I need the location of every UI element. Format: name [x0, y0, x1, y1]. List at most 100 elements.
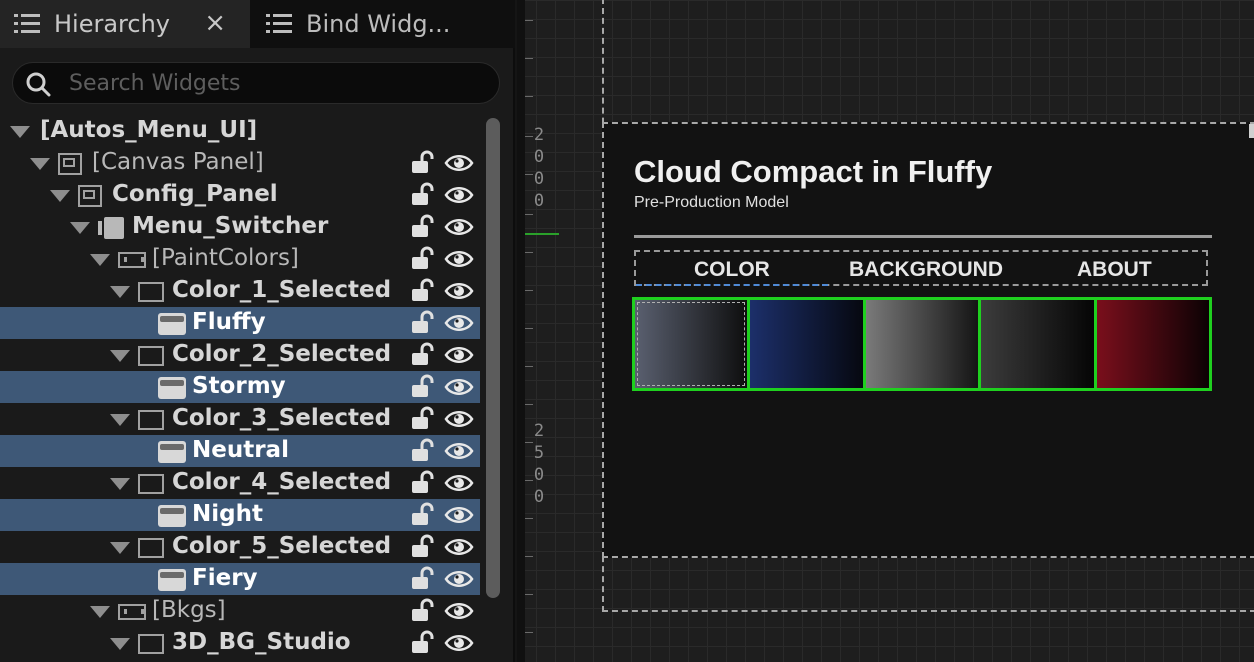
tree-row[interactable]: Night	[0, 499, 480, 531]
tree-row[interactable]: Color_2_Selected	[0, 339, 480, 371]
unlock-icon[interactable]	[410, 150, 436, 176]
resize-handle[interactable]	[1249, 124, 1254, 138]
unlock-icon[interactable]	[410, 310, 436, 336]
unlock-icon[interactable]	[410, 598, 436, 624]
tree-row[interactable]: [Autos_Menu_UI]	[0, 115, 480, 147]
unlock-icon[interactable]	[410, 502, 436, 528]
menu-widget-preview[interactable]: Cloud Compact in Fluffy Pre-Production M…	[602, 122, 1254, 558]
visibility-eye-icon[interactable]	[444, 471, 474, 495]
visibility-eye-icon[interactable]	[444, 535, 474, 559]
tab-bind-widgets[interactable]: Bind Widg...	[252, 0, 515, 48]
unlock-icon[interactable]	[410, 246, 436, 272]
tree-row[interactable]: [PaintColors]	[0, 243, 480, 275]
expand-arrow-icon[interactable]	[10, 126, 30, 138]
widget-title: Cloud Compact in Fluffy	[634, 154, 993, 189]
unlock-icon[interactable]	[410, 342, 436, 368]
visibility-eye-icon[interactable]	[444, 439, 474, 463]
tree-row[interactable]: 3D_BG_Studio	[0, 627, 480, 659]
tree-row[interactable]: Stormy	[0, 371, 480, 403]
expand-arrow-icon[interactable]	[90, 254, 110, 266]
tree-row-label: Neutral	[192, 437, 289, 463]
tree-row[interactable]: Color_5_Selected	[0, 531, 480, 563]
unlock-icon[interactable]	[410, 278, 436, 304]
tree-row-label: Night	[192, 501, 263, 527]
tree-row-label: [PaintColors]	[152, 245, 299, 271]
paint-color-swatches	[632, 297, 1212, 391]
visibility-eye-icon[interactable]	[444, 599, 474, 623]
ruler-tick	[525, 328, 533, 329]
expand-arrow-icon[interactable]	[50, 190, 70, 202]
unlock-icon[interactable]	[410, 630, 436, 656]
unlock-icon[interactable]	[410, 566, 436, 592]
search-icon	[26, 72, 51, 97]
visibility-eye-icon[interactable]	[444, 151, 474, 175]
visibility-eye-icon[interactable]	[444, 567, 474, 591]
tree-row[interactable]: Menu_Switcher	[0, 211, 480, 243]
nav-tab-background[interactable]: BACKGROUND	[849, 258, 1003, 282]
expand-arrow-icon[interactable]	[110, 638, 130, 650]
visibility-eye-icon[interactable]	[444, 183, 474, 207]
tree-row[interactable]: [Canvas Panel]	[0, 147, 480, 179]
unlock-icon[interactable]	[410, 470, 436, 496]
border-icon	[138, 346, 164, 366]
unlock-icon[interactable]	[410, 438, 436, 464]
tree-row-label: [Canvas Panel]	[92, 149, 264, 175]
color-swatch-fluffy[interactable]	[635, 300, 751, 388]
unlock-icon[interactable]	[410, 406, 436, 432]
color-swatch-fiery[interactable]	[1096, 300, 1210, 388]
visibility-eye-icon[interactable]	[444, 215, 474, 239]
visibility-eye-icon[interactable]	[444, 407, 474, 431]
search-box[interactable]	[12, 62, 500, 104]
designer-canvas[interactable]: 20002500 Cloud Compact in Fluffy Pre-Pro…	[517, 0, 1254, 662]
expand-arrow-icon[interactable]	[30, 158, 50, 170]
border-icon	[138, 282, 164, 302]
image-icon	[158, 313, 186, 335]
panel-tab-bar: Hierarchy × Bind Widg...	[0, 0, 515, 48]
tree-row-label: Stormy	[192, 373, 286, 399]
tree-row[interactable]: Color_4_Selected	[0, 467, 480, 499]
tree-row[interactable]: [Bkgs]	[0, 595, 480, 627]
tree-row[interactable]: Neutral	[0, 435, 480, 467]
tree-row[interactable]: Config_Panel	[0, 179, 480, 211]
ruler-digit: 5	[533, 443, 545, 463]
expand-arrow-icon[interactable]	[90, 606, 110, 618]
tree-row-label: [Bkgs]	[152, 597, 226, 623]
vertical-ruler	[517, 0, 525, 662]
hierarchy-panel: Hierarchy × Bind Widg... [Autos_Menu_UI]…	[0, 0, 515, 662]
tree-row[interactable]: Color_1_Selected	[0, 275, 480, 307]
nav-tab-about[interactable]: ABOUT	[1077, 258, 1152, 282]
tree-scrollbar[interactable]	[486, 118, 500, 598]
unlock-icon[interactable]	[410, 214, 436, 240]
expand-arrow-icon[interactable]	[110, 542, 130, 554]
visibility-eye-icon[interactable]	[444, 375, 474, 399]
ruler-digit: 0	[533, 147, 545, 167]
visibility-eye-icon[interactable]	[444, 311, 474, 335]
color-swatch-neutral[interactable]	[865, 300, 982, 388]
visibility-eye-icon[interactable]	[444, 503, 474, 527]
visibility-eye-icon[interactable]	[444, 279, 474, 303]
nav-tab-color[interactable]: COLOR	[694, 258, 770, 282]
expand-arrow-icon[interactable]	[110, 350, 130, 362]
search-input[interactable]	[69, 68, 489, 98]
tree-row[interactable]: Color_3_Selected	[0, 403, 480, 435]
canvas-panel-icon	[78, 185, 102, 207]
tab-hierarchy[interactable]: Hierarchy ×	[0, 0, 250, 48]
visibility-eye-icon[interactable]	[444, 247, 474, 271]
unlock-icon[interactable]	[410, 182, 436, 208]
close-tab-icon[interactable]: ×	[204, 8, 226, 38]
unlock-icon[interactable]	[410, 534, 436, 560]
image-icon	[158, 505, 186, 527]
expand-arrow-icon[interactable]	[110, 286, 130, 298]
color-swatch-stormy[interactable]	[750, 300, 866, 388]
expand-arrow-icon[interactable]	[110, 414, 130, 426]
ruler-tick	[525, 518, 533, 519]
visibility-eye-icon[interactable]	[444, 343, 474, 367]
tree-row[interactable]: Fiery	[0, 563, 480, 595]
ruler-digit: 0	[533, 465, 545, 485]
color-swatch-night[interactable]	[981, 300, 1097, 388]
visibility-eye-icon[interactable]	[444, 631, 474, 655]
unlock-icon[interactable]	[410, 374, 436, 400]
expand-arrow-icon[interactable]	[110, 478, 130, 490]
expand-arrow-icon[interactable]	[70, 222, 90, 234]
tree-row[interactable]: Fluffy	[0, 307, 480, 339]
